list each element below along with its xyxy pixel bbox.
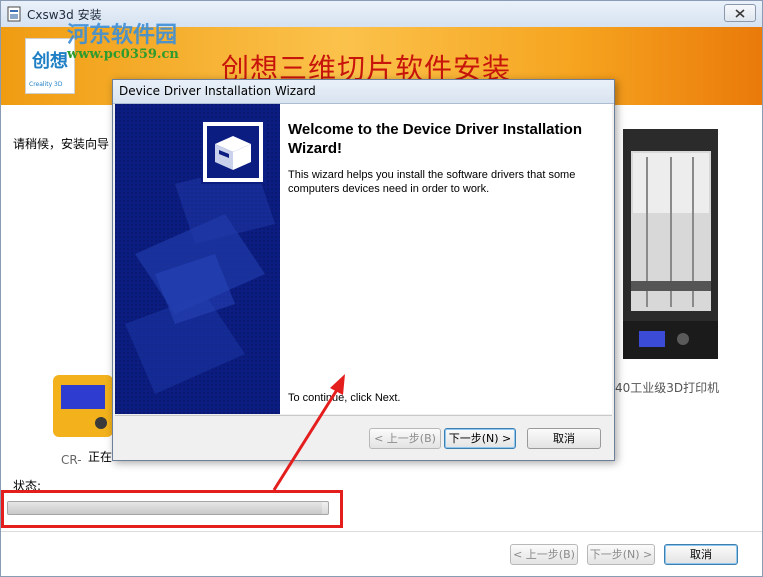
printer-image-left bbox=[53, 375, 113, 437]
watermark-url: www.pc0359.cn bbox=[67, 47, 179, 62]
wizard-content: Welcome to the Device Driver Installatio… bbox=[280, 104, 612, 414]
wizard-continue-text: To continue, click Next. bbox=[288, 392, 401, 404]
cancel-button[interactable]: 取消 bbox=[664, 544, 738, 565]
printer-left-caption: CR- bbox=[61, 453, 82, 467]
close-button[interactable] bbox=[724, 4, 756, 22]
dialog-next-button[interactable]: 下一步(N) > bbox=[444, 428, 516, 449]
wizard-description: This wizard helps you install the softwa… bbox=[288, 169, 576, 195]
app-icon bbox=[7, 6, 21, 22]
logo-text: 创想 bbox=[32, 51, 68, 72]
dialog-back-button[interactable]: < 上一步(B) bbox=[369, 428, 441, 449]
wait-message: 请稍候，安装向导 bbox=[13, 137, 110, 151]
watermark-title: 河东软件园 bbox=[67, 23, 178, 48]
dialog-title: Device Driver Installation Wizard bbox=[119, 84, 316, 98]
bottom-separator bbox=[1, 531, 762, 532]
progress-highlight-annotation bbox=[1, 490, 343, 528]
logo-subtext: Creality 3D bbox=[29, 81, 63, 88]
printer-right-caption: 40工业级3D打印机 bbox=[615, 381, 720, 395]
printer-image-right bbox=[623, 129, 718, 359]
dialog-title-bar: Device Driver Installation Wizard bbox=[113, 80, 614, 104]
back-button[interactable]: < 上一步(B) bbox=[510, 544, 578, 565]
close-icon bbox=[735, 9, 745, 18]
progress-message: 正在 bbox=[88, 450, 113, 464]
wizard-side-graphic bbox=[115, 104, 280, 414]
driver-wizard-dialog: Device Driver Installation Wizard Welcom… bbox=[112, 79, 615, 461]
driver-box-icon bbox=[201, 120, 265, 184]
dialog-cancel-button[interactable]: 取消 bbox=[527, 428, 601, 449]
next-button[interactable]: 下一步(N) > bbox=[587, 544, 655, 565]
dialog-separator bbox=[115, 415, 612, 416]
wizard-heading: Welcome to the Device Driver Installatio… bbox=[288, 121, 582, 157]
